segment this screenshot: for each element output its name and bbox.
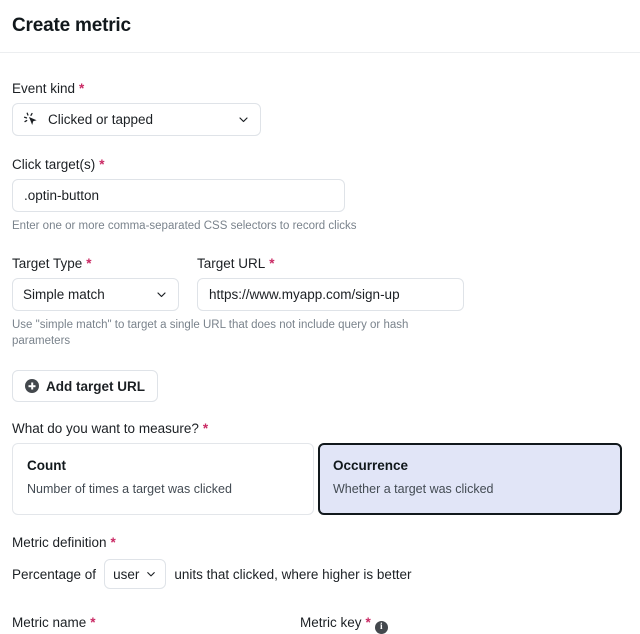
info-icon[interactable]: i [374,621,388,634]
metric-unit-value: user [113,566,140,582]
event-kind-label-text: Event kind [12,81,76,96]
page-title: Create metric [12,15,131,36]
target-section: Target Type * Simple match Target URL * [12,256,628,350]
target-row: Target Type * Simple match Target URL * [12,256,628,311]
add-target-url-section: Add target URL [12,370,628,403]
create-metric-form: Event kind * Clicked or tapped Click tar… [0,81,640,634]
target-type-select[interactable]: Simple match [12,277,179,311]
event-kind-section: Event kind * Clicked or tapped [12,81,628,136]
event-kind-value: Clicked or tapped [48,112,154,127]
measure-label: What do you want to measure? * [12,421,628,436]
click-cursor-icon [23,111,40,128]
metric-definition-suffix: units that clicked, where higher is bett… [174,566,412,582]
measure-option-occurrence[interactable]: Occurrence Whether a target was clicked [318,443,622,516]
target-url-input[interactable]: https://www.myapp.com/sign-up [197,277,464,311]
click-targets-section: Click target(s) * .optin-button Enter on… [12,157,628,235]
click-targets-value: .optin-button [24,188,100,203]
required-asterisk: * [79,81,85,96]
measure-option-count[interactable]: Count Number of times a target was click… [12,443,314,516]
click-targets-helper: Enter one or more comma-separated CSS se… [12,220,357,232]
metric-name-label: Metric name * [12,615,300,630]
add-target-url-label: Add target URL [46,378,145,394]
measure-section: What do you want to measure? * Count Num… [12,421,628,516]
target-type-group: Target Type * Simple match [12,256,179,311]
event-kind-label: Event kind * [12,81,628,96]
required-asterisk: * [202,421,209,437]
click-targets-input[interactable]: .optin-button [12,179,345,212]
metric-unit-select[interactable]: user [104,559,167,590]
metric-definition-section: Metric definition * Percentage of user u… [12,535,628,590]
measure-label-text: What do you want to measure? [12,421,199,437]
click-targets-label-text: Click target(s) [12,157,96,172]
target-helper-text: Use "simple match" to target a single UR… [12,318,409,348]
create-metric-page: Create metric Event kind * Clicked or ta… [0,0,640,634]
measure-option-title: Count [27,458,66,474]
measure-option-description: Whether a target was clicked [333,482,494,497]
required-asterisk: * [86,255,92,271]
add-target-url-button[interactable]: Add target URL [12,370,158,403]
chevron-down-icon [237,113,250,126]
chevron-down-icon [145,568,157,580]
target-url-label: Target URL * [197,256,464,271]
metric-definition-label: Metric definition * [12,535,628,550]
plus-circle-icon [25,379,39,394]
required-asterisk: * [99,157,105,172]
required-asterisk: * [90,615,96,631]
measure-options: Count Number of times a target was click… [12,443,628,516]
target-type-value: Simple match [23,286,105,302]
metric-definition-label-text: Metric definition [12,535,107,551]
metric-name-label-text: Metric name [12,615,87,631]
event-kind-select[interactable]: Clicked or tapped [12,103,261,136]
target-url-group: Target URL * https://www.myapp.com/sign-… [197,256,464,311]
target-type-label: Target Type * [12,256,179,271]
required-asterisk: * [365,615,371,631]
page-header: Create metric [0,0,640,53]
measure-option-description: Number of times a target was clicked [27,482,232,497]
metric-key-label-text: Metric key [300,615,362,631]
required-asterisk: * [110,535,116,551]
measure-option-title: Occurrence [333,458,409,474]
chevron-down-icon [155,288,168,301]
target-url-label-text: Target URL [197,255,266,271]
metric-definition-sentence: Percentage of user units that clicked, w… [12,559,628,590]
target-url-value: https://www.myapp.com/sign-up [209,286,400,302]
click-targets-label: Click target(s) * [12,157,628,172]
metric-definition-prefix: Percentage of [12,566,97,582]
target-type-label-text: Target Type [12,255,83,271]
required-asterisk: * [269,255,275,271]
